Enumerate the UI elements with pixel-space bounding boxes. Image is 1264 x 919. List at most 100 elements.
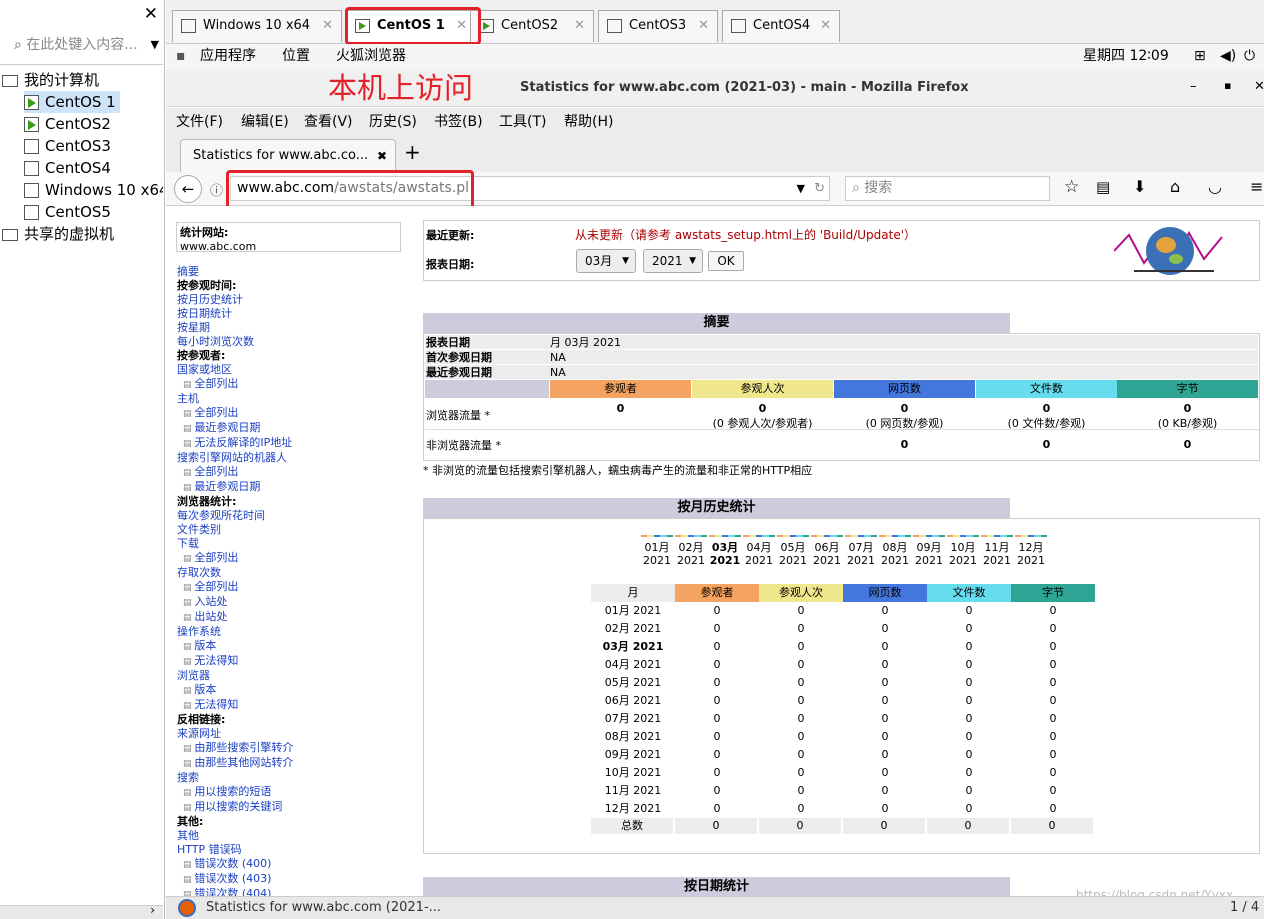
- info-icon[interactable]: ⓘ: [210, 180, 223, 199]
- month-year: 2021: [709, 554, 741, 567]
- close-tab-icon[interactable]: ✖: [377, 140, 387, 172]
- nav-link[interactable]: 全部列出: [177, 580, 407, 595]
- nav-link[interactable]: 错误次数 (400): [177, 857, 407, 872]
- close-window-icon[interactable]: ✕: [1254, 79, 1264, 94]
- back-icon[interactable]: ←: [174, 175, 202, 203]
- nav-link[interactable]: 全部列出: [177, 377, 407, 392]
- download-icon[interactable]: ⬇: [1133, 177, 1146, 196]
- reload-icon[interactable]: ↻: [814, 177, 825, 200]
- year-select[interactable]: 2021 ▼: [643, 249, 703, 273]
- nav-link[interactable]: 用以搜索的短语: [177, 785, 407, 800]
- nav-link[interactable]: 存取次数: [177, 566, 407, 580]
- tree-item-centos1[interactable]: CentOS 1: [24, 91, 120, 113]
- vm-tab-windows10[interactable]: Windows 10 x64 ✕: [172, 10, 342, 42]
- menu-history[interactable]: 历史(S): [369, 108, 417, 136]
- nav-link[interactable]: 按星期: [177, 321, 407, 335]
- workspace-indicator[interactable]: 1 / 4: [1230, 897, 1259, 919]
- nav-link[interactable]: 全部列出: [177, 406, 407, 421]
- nav-link[interactable]: 入站处: [177, 595, 407, 610]
- close-library-icon[interactable]: ✕: [144, 4, 158, 24]
- reader-list-icon[interactable]: ▤: [1096, 178, 1110, 196]
- menu-view[interactable]: 查看(V): [304, 108, 353, 136]
- volume-icon[interactable]: ◀): [1220, 44, 1236, 69]
- nav-link[interactable]: 搜索引擎网站的机器人: [177, 451, 407, 465]
- nav-link[interactable]: 全部列出: [177, 465, 407, 480]
- nav-link[interactable]: 最近参观日期: [177, 421, 407, 436]
- tree-item-centos5[interactable]: CentOS5: [24, 201, 111, 223]
- library-search-input[interactable]: ⌕ 在此处键入内容... ▼: [0, 34, 163, 56]
- close-tab-icon[interactable]: ✕: [574, 11, 585, 41]
- app-name-menu[interactable]: 火狐浏览器: [336, 44, 406, 69]
- highlight-box-tab: [345, 7, 481, 45]
- nav-link[interactable]: 摘要: [177, 265, 407, 279]
- nav-link[interactable]: 操作系统: [177, 625, 407, 639]
- nav-link[interactable]: 文件类别: [177, 523, 407, 537]
- close-tab-icon[interactable]: ✕: [820, 11, 831, 41]
- nav-link[interactable]: HTTP 错误码: [177, 843, 407, 857]
- places-menu[interactable]: 位置: [282, 44, 310, 69]
- nav-link[interactable]: 无法反解译的IP地址: [177, 436, 407, 451]
- month-bar: [1015, 535, 1048, 537]
- tree-item-shared-vms[interactable]: 共享的虚拟机: [2, 223, 114, 245]
- nav-link[interactable]: 其他: [177, 829, 407, 843]
- nav-link[interactable]: 浏览器: [177, 669, 407, 683]
- nav-link[interactable]: 无法得知: [177, 698, 407, 713]
- chevron-down-icon[interactable]: ▼: [151, 34, 159, 56]
- nav-link[interactable]: 全部列出: [177, 551, 407, 566]
- power-icon[interactable]: ⏻: [1244, 44, 1255, 69]
- minimize-icon[interactable]: –: [1190, 79, 1197, 94]
- nav-link[interactable]: 由那些其他网站转介: [177, 756, 407, 771]
- nav-link[interactable]: 版本: [177, 639, 407, 654]
- nav-link[interactable]: 按月历史统计: [177, 293, 407, 307]
- close-tab-icon[interactable]: ✕: [322, 11, 333, 41]
- tree-item-my-computer[interactable]: 我的计算机: [2, 69, 99, 91]
- nav-link[interactable]: 最近参观日期: [177, 480, 407, 495]
- menu-edit[interactable]: 编辑(E): [241, 108, 289, 136]
- nav-link[interactable]: 无法得知: [177, 654, 407, 669]
- nav-link[interactable]: 按日期统计: [177, 307, 407, 321]
- nav-link[interactable]: 错误次数 (403): [177, 872, 407, 887]
- chevron-right-icon[interactable]: ›: [150, 903, 155, 917]
- nav-link[interactable]: 错误次数 (404): [177, 887, 407, 896]
- nav-link[interactable]: 由那些搜索引擎转介: [177, 741, 407, 756]
- browser-tab[interactable]: Statistics for www.abc.co... ✖: [180, 139, 396, 172]
- hamburger-menu-icon[interactable]: ≡: [1250, 177, 1263, 196]
- tree-item-centos3[interactable]: CentOS3: [24, 135, 111, 157]
- home-icon[interactable]: ⌂: [1170, 177, 1180, 196]
- taskbar-window-label[interactable]: Statistics for www.abc.com (2021-...: [206, 897, 441, 919]
- applications-menu[interactable]: 应用程序: [200, 44, 256, 69]
- clock[interactable]: 星期四 12∶09: [1083, 44, 1169, 69]
- nav-link[interactable]: 版本: [177, 683, 407, 698]
- nav-link[interactable]: 每小时浏览次数: [177, 335, 407, 349]
- month-select[interactable]: 03月 ▼: [576, 249, 636, 273]
- search-input[interactable]: ⌕ 搜索: [845, 176, 1050, 201]
- new-tab-icon[interactable]: +: [404, 140, 421, 164]
- vm-tab-centos2[interactable]: CentOS2 ✕: [470, 10, 594, 42]
- nav-link[interactable]: 主机: [177, 392, 407, 406]
- pocket-icon[interactable]: ◡: [1208, 177, 1222, 196]
- bookmark-star-icon[interactable]: ☆: [1064, 177, 1079, 197]
- vm-tab-centos4[interactable]: CentOS4 ✕: [722, 10, 840, 42]
- menu-bookmarks[interactable]: 书签(B): [434, 108, 483, 136]
- ok-button[interactable]: OK: [708, 251, 744, 271]
- maximize-icon[interactable]: ▪: [1224, 79, 1231, 92]
- tree-item-centos4[interactable]: CentOS4: [24, 157, 111, 179]
- nav-link[interactable]: 出站处: [177, 610, 407, 625]
- nav-link[interactable]: 用以搜索的关键词: [177, 800, 407, 815]
- nav-link[interactable]: 下载: [177, 537, 407, 551]
- menu-file[interactable]: 文件(F): [176, 108, 223, 136]
- tree-item-windows10[interactable]: Windows 10 x64: [24, 179, 163, 201]
- library-scrollbar[interactable]: ›: [0, 903, 163, 919]
- menu-help[interactable]: 帮助(H): [564, 108, 613, 136]
- menu-tools[interactable]: 工具(T): [499, 108, 546, 136]
- nav-link[interactable]: 搜索: [177, 771, 407, 785]
- url-dropdown-icon[interactable]: ▼: [797, 177, 805, 200]
- nav-link[interactable]: 国家或地区: [177, 363, 407, 377]
- nav-link[interactable]: 每次参观所花时间: [177, 509, 407, 523]
- close-tab-icon[interactable]: ✕: [698, 11, 709, 41]
- vm-tab-centos3[interactable]: CentOS3 ✕: [598, 10, 718, 42]
- summary-row: 最近参观日期 NA: [425, 365, 1258, 380]
- tree-item-centos2[interactable]: CentOS2: [24, 113, 111, 135]
- nav-link[interactable]: 来源网址: [177, 727, 407, 741]
- network-icon[interactable]: ⊞: [1194, 44, 1206, 69]
